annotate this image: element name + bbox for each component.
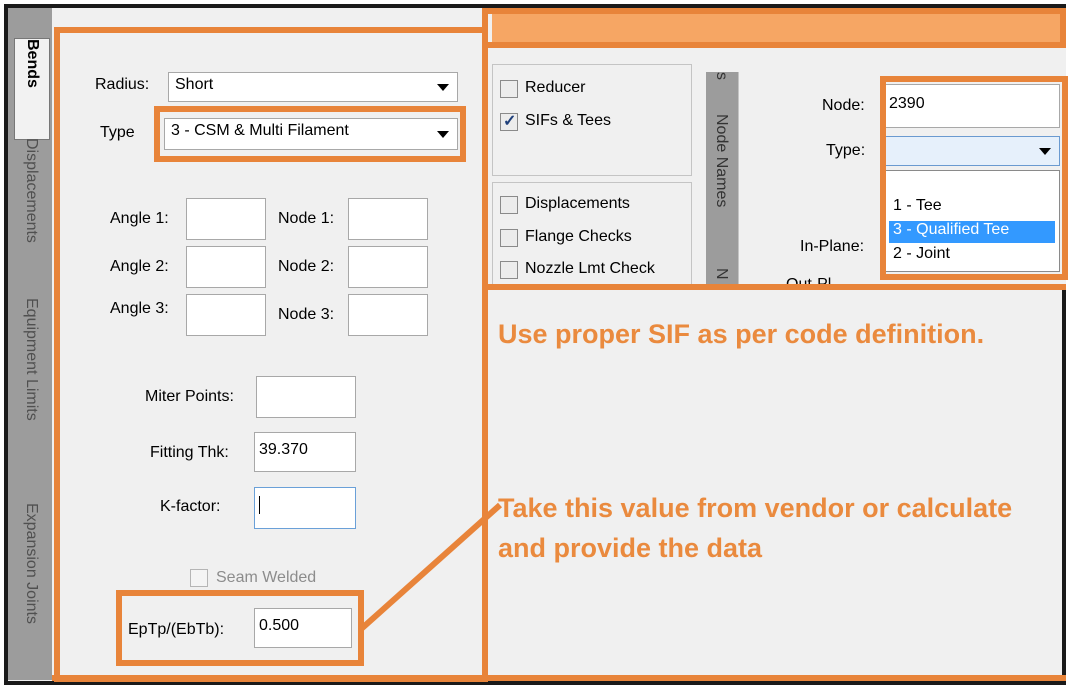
note-vendor-value: Take this value from vendor or calculate…	[498, 493, 1013, 563]
note-sif: Use proper SIF as per code definition.	[498, 319, 985, 349]
